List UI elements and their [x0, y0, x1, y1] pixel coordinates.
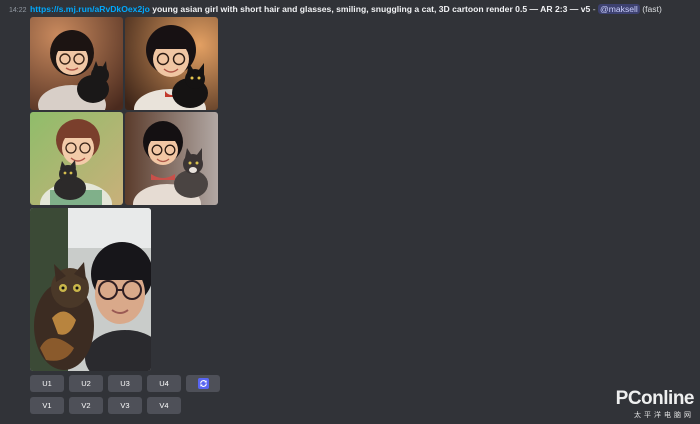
- separator: -: [590, 4, 598, 14]
- chat-message: 14:22 https://s.mj.run/aRvDkOex2jo young…: [0, 0, 700, 422]
- upscale-button-3[interactable]: U3: [108, 375, 142, 392]
- watermark: PConline 太平洋电脑网: [615, 388, 695, 420]
- speed-label: (fast): [642, 4, 662, 14]
- reroll-button[interactable]: [186, 375, 220, 392]
- variation-button-1[interactable]: V1: [30, 397, 64, 414]
- cartoon-girl-image: [125, 17, 218, 110]
- cartoon-girl-image: [30, 17, 123, 110]
- cartoon-girl-image: [125, 112, 218, 205]
- variation-button-4[interactable]: V4: [147, 397, 181, 414]
- woman-with-cat-photo: [30, 208, 151, 371]
- upscale-button-4[interactable]: U4: [147, 375, 181, 392]
- grid-image-3[interactable]: [30, 112, 123, 205]
- grid-image-2[interactable]: [125, 17, 218, 110]
- message-text: https://s.mj.run/aRvDkOex2jo young asian…: [30, 3, 690, 15]
- next-message-preview: [30, 416, 590, 424]
- variation-button-2[interactable]: V2: [69, 397, 103, 414]
- grid-image-1[interactable]: [30, 17, 123, 110]
- watermark-subtitle: 太平洋电脑网: [634, 412, 694, 419]
- reference-photo[interactable]: [30, 208, 151, 371]
- user-mention[interactable]: @maksell: [597, 4, 640, 14]
- cartoon-girl-image: [30, 112, 123, 205]
- grid-image-4[interactable]: [125, 112, 218, 205]
- watermark-brand: PConline: [615, 388, 695, 409]
- message-timestamp: 14:22: [9, 7, 27, 14]
- prompt-link[interactable]: https://s.mj.run/aRvDkOex2jo: [30, 4, 150, 14]
- refresh-icon: [197, 378, 209, 389]
- upscale-button-2[interactable]: U2: [69, 375, 103, 392]
- prompt-text: young asian girl with short hair and gla…: [152, 4, 591, 14]
- variation-button-3[interactable]: V3: [108, 397, 142, 414]
- upscale-button-1[interactable]: U1: [30, 375, 64, 392]
